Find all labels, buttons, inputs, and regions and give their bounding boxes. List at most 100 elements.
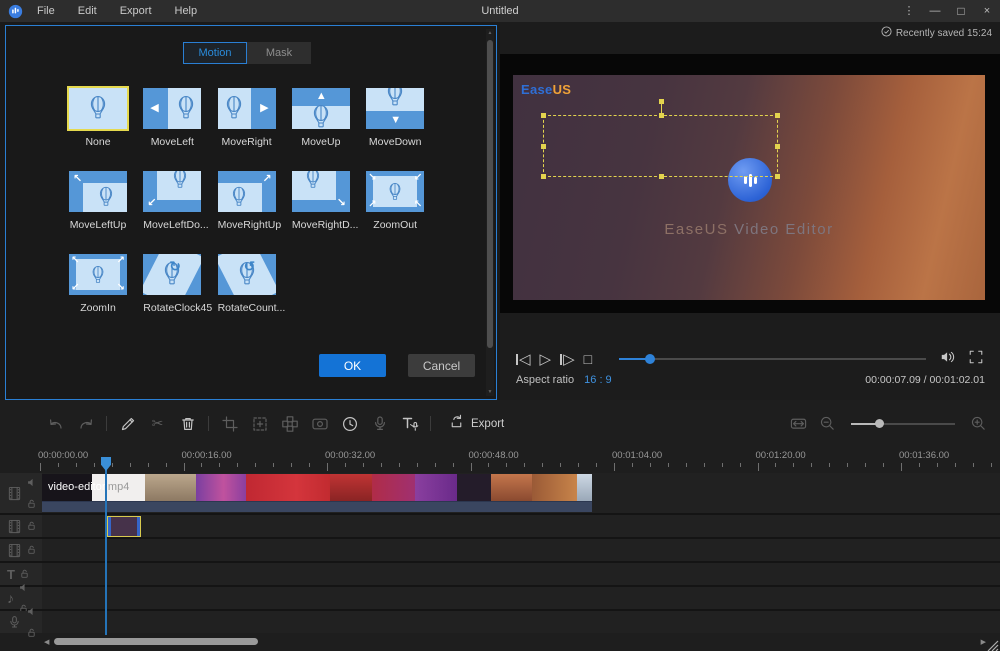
undo-icon[interactable] xyxy=(46,414,65,433)
fit-timeline-icon[interactable] xyxy=(789,414,808,433)
effect-moveright[interactable]: ▶MoveRight xyxy=(218,88,292,171)
effect-thumbnail[interactable]: ▲ xyxy=(292,88,350,129)
effect-rotateclock45[interactable]: ↻RotateClock45 xyxy=(143,254,217,337)
resize-handle[interactable] xyxy=(775,144,780,149)
resize-grip-icon[interactable] xyxy=(987,639,999,651)
tab-motion[interactable]: Motion xyxy=(183,42,247,64)
zoom-slider-thumb[interactable] xyxy=(875,419,884,428)
zoom-out-icon[interactable] xyxy=(818,414,837,433)
seek-slider[interactable] xyxy=(619,358,926,360)
track-head-video[interactable] xyxy=(0,473,42,513)
menu-file[interactable]: File xyxy=(37,5,55,17)
record-mic-icon[interactable] xyxy=(370,414,389,433)
minimize-button[interactable]: — xyxy=(922,0,948,22)
crop-icon[interactable] xyxy=(220,414,239,433)
effect-moveleft[interactable]: ◀MoveLeft xyxy=(143,88,217,171)
effect-moverightup[interactable]: ↗MoveRightUp xyxy=(218,171,292,254)
timeline-ruler[interactable]: 00:00:00.0000:00:16.0000:00:32.0000:00:4… xyxy=(0,447,1000,473)
resize-handle[interactable] xyxy=(659,113,664,118)
zoom-in-icon[interactable] xyxy=(969,414,988,433)
lock-icon[interactable] xyxy=(27,541,36,559)
menu-help[interactable]: Help xyxy=(175,5,198,17)
cancel-button[interactable]: Cancel xyxy=(408,354,475,377)
scrollbar-down-icon[interactable]: ▼ xyxy=(486,389,494,395)
more-menu-button[interactable]: ⋮ xyxy=(896,0,922,22)
effect-thumbnail[interactable]: ↗ xyxy=(218,171,276,212)
effect-thumbnail[interactable]: ◀ xyxy=(143,88,201,129)
track-head-video-overlay-1[interactable] xyxy=(0,515,42,537)
ok-button[interactable]: OK xyxy=(319,354,386,377)
track-lane-video-overlay-1[interactable] xyxy=(42,515,1000,537)
effect-moveleftdo[interactable]: ↙MoveLeftDo... xyxy=(143,171,217,254)
tab-mask[interactable]: Mask xyxy=(247,42,311,64)
scrollbar-up-icon[interactable]: ▲ xyxy=(486,30,494,36)
effect-thumbnail[interactable]: ↖↗↙↘ xyxy=(69,254,127,295)
track-lane-text[interactable] xyxy=(42,563,1000,585)
scroll-left-icon[interactable]: ◀ xyxy=(44,638,49,646)
resize-handle[interactable] xyxy=(659,174,664,179)
lock-icon[interactable] xyxy=(27,495,36,513)
track-head-voiceover[interactable] xyxy=(0,611,42,633)
effect-moverightd[interactable]: ↘MoveRightD... xyxy=(292,171,366,254)
effect-thumbnail[interactable] xyxy=(69,88,127,129)
resize-handle[interactable] xyxy=(775,174,780,179)
effect-movedown[interactable]: ▼MoveDown xyxy=(366,88,440,171)
speaker-icon[interactable] xyxy=(27,603,36,621)
effect-thumbnail[interactable]: ↖ xyxy=(69,171,127,212)
effect-rotatecount[interactable]: ↺RotateCount... xyxy=(218,254,292,337)
effect-moveup[interactable]: ▲MoveUp xyxy=(292,88,366,171)
resize-handle[interactable] xyxy=(775,113,780,118)
edit-pencil-icon[interactable] xyxy=(118,414,137,433)
scale-icon[interactable] xyxy=(250,414,269,433)
fullscreen-icon[interactable] xyxy=(968,349,984,370)
effect-thumbnail[interactable]: ▶ xyxy=(218,88,276,129)
selection-box[interactable] xyxy=(543,115,778,177)
effect-zoomin[interactable]: ↖↗↙↘ZoomIn xyxy=(69,254,143,337)
resize-handle[interactable] xyxy=(541,174,546,179)
effect-thumbnail[interactable]: ↘ xyxy=(292,171,350,212)
delete-trash-icon[interactable] xyxy=(178,414,197,433)
effect-none[interactable]: None xyxy=(69,88,143,171)
selected-overlay-clip[interactable] xyxy=(107,516,141,537)
horizontal-scrollbar[interactable]: ◀ ▶ xyxy=(0,637,1000,647)
scroll-right-icon[interactable]: ▶ xyxy=(981,638,986,646)
resize-handle[interactable] xyxy=(541,113,546,118)
track-lane-video[interactable]: video-editor.mp4 xyxy=(42,473,1000,513)
effect-thumbnail[interactable]: ↻ xyxy=(143,254,201,295)
track-lane-music[interactable] xyxy=(42,587,1000,609)
scroll-thumb[interactable] xyxy=(54,638,258,645)
redo-icon[interactable] xyxy=(76,414,95,433)
effect-moveleftup[interactable]: ↖MoveLeftUp xyxy=(69,171,143,254)
track-lane-voiceover[interactable] xyxy=(42,611,1000,633)
mask-icon[interactable] xyxy=(310,414,329,433)
rotation-handle[interactable] xyxy=(659,99,664,104)
track-head-video-overlay-2[interactable] xyxy=(0,539,42,561)
scrollbar-thumb[interactable] xyxy=(487,40,493,348)
effect-thumbnail[interactable]: ↙ xyxy=(143,171,201,212)
speaker-icon[interactable] xyxy=(19,579,28,597)
menu-export[interactable]: Export xyxy=(120,5,152,17)
seek-thumb[interactable] xyxy=(645,354,655,364)
effect-zoomout[interactable]: ↘↙↗↖ZoomOut xyxy=(366,171,440,254)
effect-thumbnail[interactable]: ↺ xyxy=(218,254,276,295)
text-to-speech-icon[interactable] xyxy=(400,414,419,433)
play-button[interactable]: ▷ xyxy=(540,352,552,367)
duration-clock-icon[interactable] xyxy=(340,414,359,433)
speaker-icon[interactable] xyxy=(27,474,36,492)
maximize-button[interactable]: □ xyxy=(948,0,974,22)
export-button[interactable]: Export xyxy=(448,413,504,435)
effect-thumbnail[interactable]: ↘↙↗↖ xyxy=(366,171,424,212)
aspect-ratio-value[interactable]: 16 : 9 xyxy=(584,374,612,386)
dialog-scrollbar[interactable]: ▲ ▼ xyxy=(486,29,494,396)
next-frame-button[interactable]: ▷ xyxy=(560,352,575,367)
resize-handle[interactable] xyxy=(541,144,546,149)
video-clip[interactable]: video-editor.mp4 xyxy=(42,474,592,512)
stop-button[interactable]: □ xyxy=(584,352,592,366)
menu-edit[interactable]: Edit xyxy=(78,5,97,17)
arrange-icon[interactable] xyxy=(280,414,299,433)
track-lane-video-overlay-2[interactable] xyxy=(42,539,1000,561)
previous-frame-button[interactable]: ◁ xyxy=(516,352,531,367)
lock-icon[interactable] xyxy=(27,517,36,535)
volume-icon[interactable] xyxy=(940,349,956,370)
effect-thumbnail[interactable]: ▼ xyxy=(366,88,424,129)
